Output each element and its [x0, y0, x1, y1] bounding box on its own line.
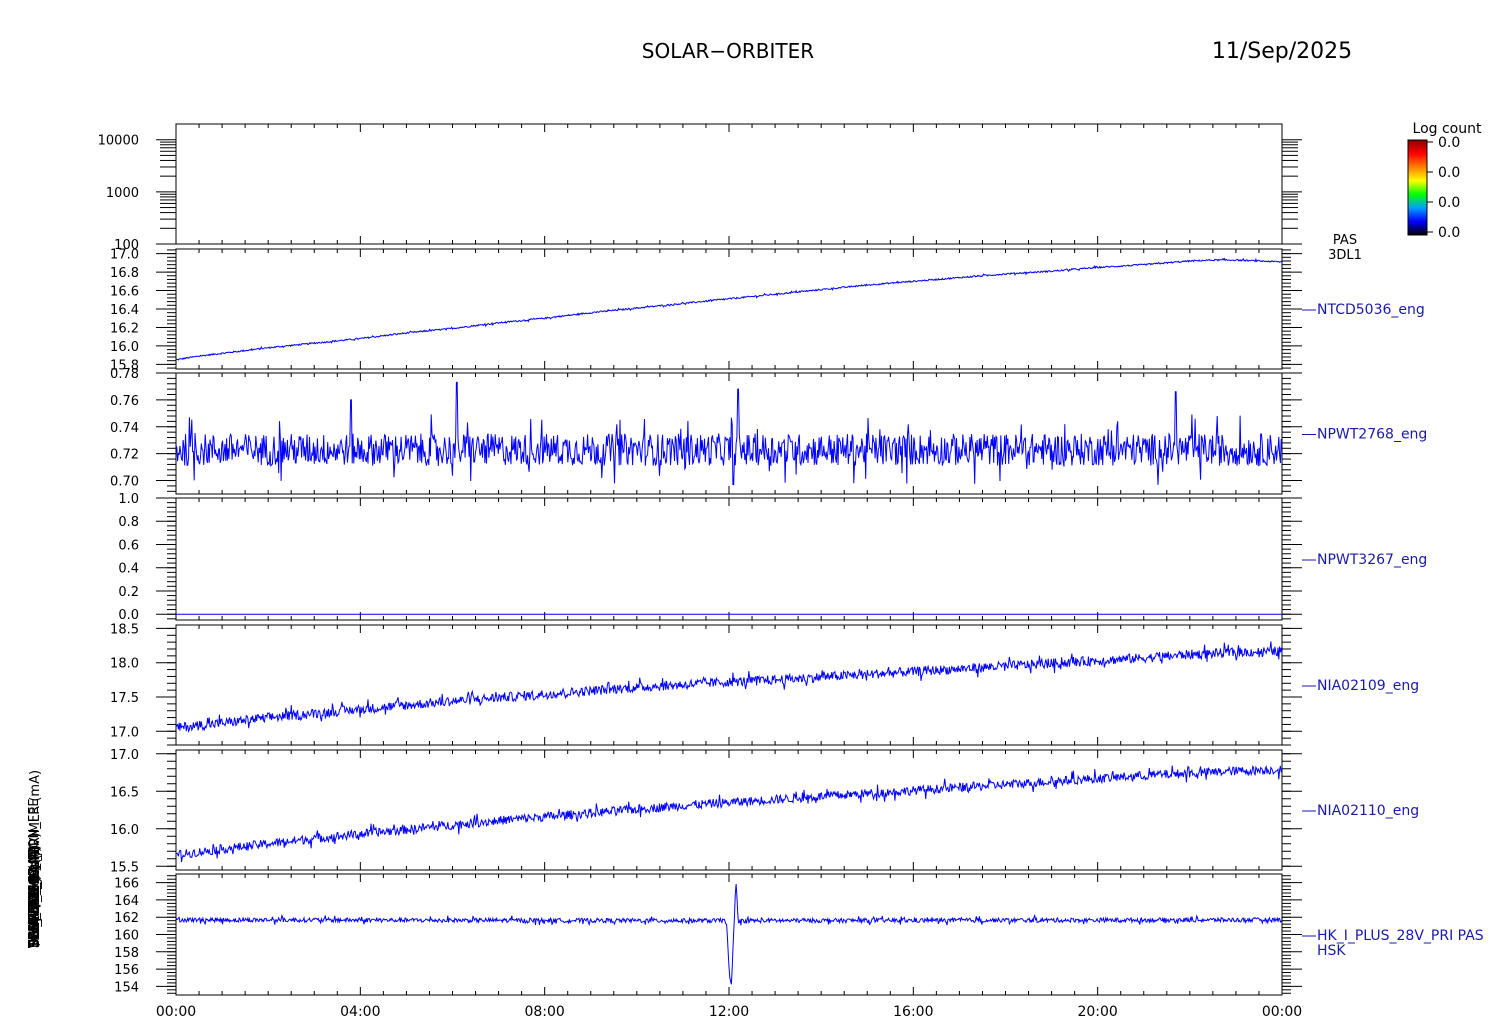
x-tick-label: 20:00	[1077, 1004, 1117, 1020]
y-tick-label: 166	[114, 877, 139, 892]
panel-frame	[175, 749, 1283, 871]
minor-ticks	[167, 372, 1291, 492]
y-tick-label: 17.0	[110, 725, 139, 740]
y-tick-label: 15.5	[110, 860, 139, 875]
panel-frame	[175, 873, 1283, 996]
side-label: NIA02110_eng	[1317, 803, 1419, 819]
side-label: NTCD5036_eng	[1317, 302, 1425, 318]
y-tick-label: 17.5	[110, 691, 139, 706]
y-tick-label: 0.76	[110, 394, 139, 409]
colorbar-tick-label: 0.0	[1438, 195, 1460, 211]
x-tick-label: 00:00	[156, 1004, 196, 1020]
colorbar-bar	[1407, 139, 1428, 236]
colorbar-tick-label: 0.0	[1438, 225, 1460, 241]
panel-stack: 100100010000PAS3DL115.816.016.216.416.61…	[98, 123, 1484, 996]
y-tick-label: 156	[114, 963, 139, 978]
y-tick-label: 10000	[98, 134, 139, 149]
y-tick-label: 158	[114, 946, 139, 961]
left-axis-labels: (mA)DM_HK_IMON_FEEDM_HK_IMON_PRIMLR (mA)…	[27, 770, 43, 949]
plot-date: 11/Sep/2025	[1212, 39, 1352, 64]
y-tick-label: 0.8	[118, 515, 139, 530]
y-tick-label: 16.0	[110, 823, 139, 838]
y-tick-label: 1.0	[118, 492, 139, 507]
y-tick-label: 16.8	[110, 266, 139, 281]
series-line	[176, 764, 1283, 863]
colorbar-tick-label: 0.0	[1438, 165, 1460, 181]
series-line	[175, 883, 1283, 985]
y-tick-label: 0.4	[118, 562, 139, 577]
y-axis-label: Temp (DegC) (eV)	[28, 833, 43, 949]
x-tick-label: 12:00	[709, 1004, 749, 1020]
x-tick-label: 08:00	[524, 1004, 564, 1020]
y-tick-label: 154	[114, 980, 139, 995]
side-label: PAS	[1333, 233, 1357, 248]
minor-ticks	[167, 497, 1291, 620]
minor-ticks	[160, 141, 1298, 229]
colorbar: Log count0.00.00.00.0	[1407, 121, 1482, 241]
colorbar-tick-label: 0.0	[1438, 135, 1460, 151]
side-label: NPWT3267_eng	[1317, 552, 1427, 568]
y-tick-label: 0.78	[110, 367, 139, 382]
side-label: NIA02109_eng	[1317, 678, 1419, 694]
y-tick-label: 16.4	[110, 303, 139, 318]
minor-ticks	[167, 627, 1291, 746]
side-label: HK_I_PLUS_28V_PRI PAS	[1317, 928, 1484, 944]
mission-title: SOLAR−ORBITER	[642, 39, 814, 63]
panel-hk-i-plus-28v: 154 156 158 160 162 164 166 HK_I_PLUS_28V_PRI P…	[114, 873, 1484, 996]
panel-pas-3dl1: 100100010000PAS3DL1	[98, 123, 1362, 263]
panel-npwt3267: 0.0 0.2 0.4 0.6 0.8 1.0 NPWT3267_eng	[118, 492, 1427, 623]
y-tick-label: 0.0	[118, 608, 139, 623]
y-tick-label: 16.0	[110, 340, 139, 355]
y-tick-label: 16.5	[110, 785, 139, 800]
series-line	[175, 257, 1283, 361]
y-tick-label: 1000	[106, 186, 139, 201]
panel-frame	[175, 372, 1283, 495]
y-tick-label: 0.72	[110, 448, 139, 463]
y-tick-label: 164	[114, 894, 139, 909]
panel-frame	[175, 123, 1283, 245]
minor-ticks	[167, 753, 1291, 867]
minor-ticks	[167, 249, 1291, 369]
y-tick-label: 16.6	[110, 285, 139, 300]
y-tick-label: 0.6	[118, 538, 139, 553]
x-tick-label: 04:00	[340, 1004, 380, 1020]
panel-ntcd5036: 15.816.016.216.416.616.817.0NTCD5036_eng	[110, 248, 1425, 374]
panel-frame	[175, 497, 1283, 621]
time-axis: 00:00 04:00 08:00 12:00 16:00 20:00 00:00	[156, 1004, 1302, 1020]
y-tick-label: 18.0	[110, 657, 139, 672]
y-tick-label: 162	[114, 911, 139, 926]
side-label: 3DL1	[1328, 248, 1362, 263]
y-tick-label: 0.74	[110, 421, 139, 436]
x-tick-label: 00:00	[1262, 1004, 1302, 1020]
telemetry-plot: SOLAR−ORBITER 11/Sep/2025 100100010000PA…	[27, 39, 1484, 1020]
y-tick-label: 16.2	[110, 321, 139, 336]
series-line	[175, 381, 1283, 486]
panel-nia02109: 17.0 17.5 18.0 18.5 NIA02109_eng	[110, 622, 1419, 746]
y-tick-label: 17.0	[110, 748, 139, 763]
y-tick-label: 0.70	[110, 475, 139, 490]
x-tick-label: 16:00	[893, 1004, 933, 1020]
minor-ticks	[167, 875, 1291, 994]
y-tick-label: 17.0	[110, 248, 139, 263]
side-label: NPWT2768_eng	[1317, 427, 1427, 443]
y-tick-label: 18.5	[110, 622, 139, 637]
y-tick-label: 0.2	[118, 585, 139, 600]
panel-nia02110: 15.5 16.0 16.5 17.0 NIA02110_eng	[110, 748, 1419, 876]
side-label: HSK	[1317, 943, 1346, 959]
series-line	[175, 641, 1283, 734]
y-tick-label: 160	[114, 929, 139, 944]
panel-npwt2768: 0.70 0.72 0.74 0.76 0.78 NPWT2768_eng	[110, 367, 1427, 495]
